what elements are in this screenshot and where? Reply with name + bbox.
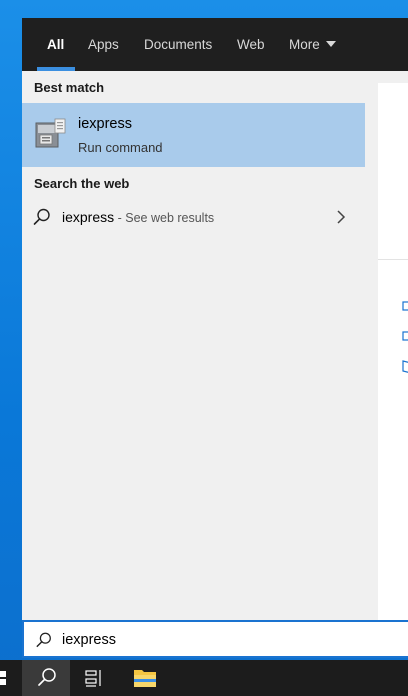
start-icon	[0, 671, 6, 685]
chevron-right-icon[interactable]	[335, 209, 347, 225]
best-match-subtitle: Run command	[78, 140, 163, 155]
task-view-button[interactable]	[72, 660, 116, 696]
search-icon	[33, 208, 50, 225]
tab-all[interactable]: All	[47, 18, 64, 71]
run-as-admin-icon[interactable]	[402, 331, 408, 341]
search-icon	[38, 668, 56, 686]
taskbar	[0, 660, 408, 696]
caret-down-icon	[325, 41, 336, 47]
search-icon	[36, 632, 51, 648]
tab-more[interactable]: More	[289, 18, 336, 71]
preview-divider	[378, 259, 408, 260]
tab-web[interactable]: Web	[237, 18, 265, 71]
open-file-location-icon[interactable]	[402, 360, 408, 374]
open-icon[interactable]	[402, 301, 408, 311]
iexpress-app-icon	[35, 118, 66, 148]
search-panel: All Apps Documents Web More Best match i…	[22, 18, 408, 620]
start-button[interactable]	[0, 660, 14, 696]
file-explorer-icon	[134, 670, 156, 687]
preview-pane	[365, 71, 408, 620]
taskbar-search-button[interactable]	[22, 660, 70, 696]
search-web-heading: Search the web	[34, 176, 130, 191]
search-input[interactable]	[62, 629, 382, 651]
task-view-icon	[85, 670, 101, 687]
search-tab-bar: All Apps Documents Web More	[22, 18, 408, 71]
results-list: Best match iexpress Run command Search t…	[22, 71, 365, 620]
web-query: iexpress	[62, 209, 115, 225]
file-explorer-button[interactable]	[122, 660, 168, 696]
best-match-item[interactable]: iexpress Run command	[22, 103, 365, 167]
best-match-heading: Best match	[34, 80, 105, 95]
preview-card	[378, 83, 408, 620]
best-match-title: iexpress	[78, 116, 132, 132]
web-suffix: - See web results	[114, 211, 215, 225]
search-box[interactable]	[22, 620, 408, 658]
desktop: All Apps Documents Web More Best match i…	[0, 0, 408, 696]
tab-apps[interactable]: Apps	[88, 18, 119, 71]
web-result-item[interactable]: iexpress - See web results	[22, 201, 365, 233]
tab-documents[interactable]: Documents	[144, 18, 212, 71]
tab-more-label: More	[289, 37, 320, 52]
web-result-text: iexpress - See web results	[62, 209, 214, 225]
